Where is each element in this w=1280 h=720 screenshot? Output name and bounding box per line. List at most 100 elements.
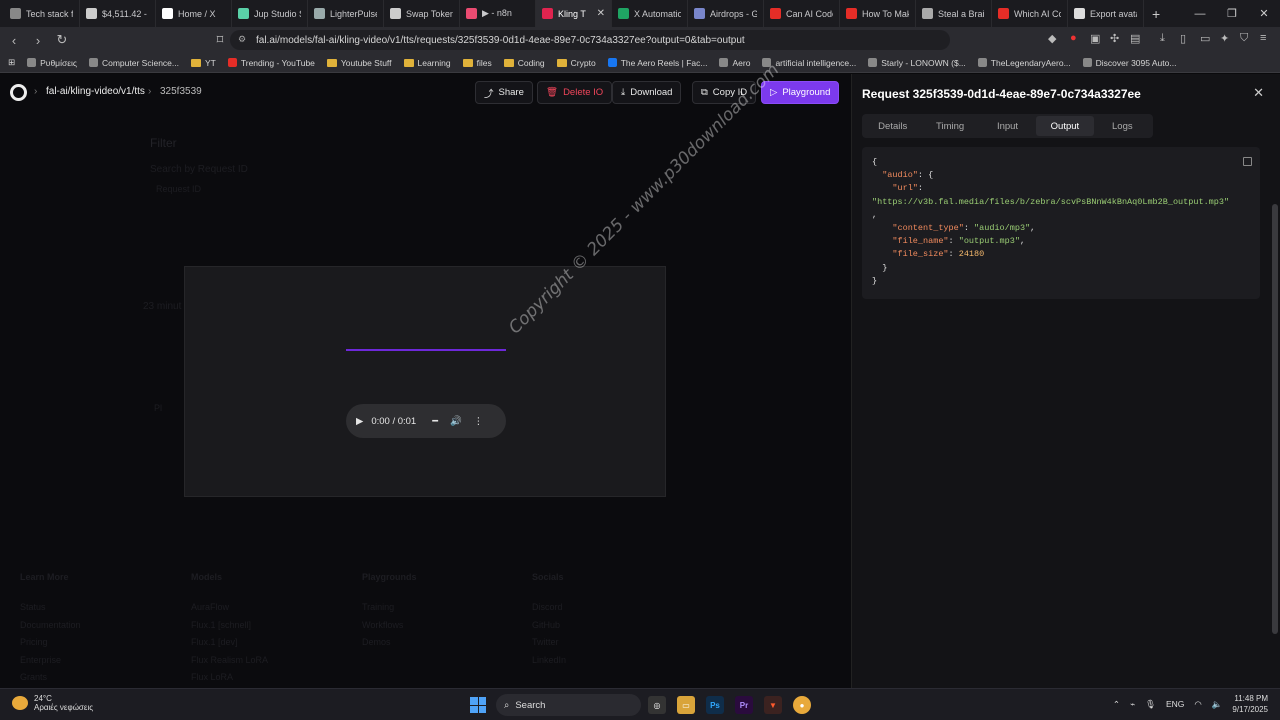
browser-tab[interactable]: LighterPulse	[308, 0, 384, 27]
bookmark-item[interactable]: artificial intelligence...	[762, 58, 856, 68]
browser-tab[interactable]: Jup Studio S	[232, 0, 308, 27]
ai-icon[interactable]: ✦	[1220, 32, 1229, 45]
weather-widget[interactable]: 24°C Αραιές νεφώσεις	[12, 694, 93, 712]
volume-icon[interactable]: 🔊	[450, 416, 462, 427]
bookmark-item[interactable]: Ρυθμίσεις	[27, 58, 77, 68]
play-icon[interactable]: ▶	[356, 416, 363, 427]
footer-link[interactable]: Flux.1 [schnell]	[191, 620, 251, 630]
browser-tab[interactable]: Steal a Brair	[916, 0, 992, 27]
footer-link[interactable]: LinkedIn	[532, 655, 566, 665]
footer-link[interactable]: Discord	[532, 602, 563, 612]
bookmark-item[interactable]: The Aero Reels | Fac...	[607, 58, 707, 68]
back-icon[interactable]: ‹	[4, 30, 24, 50]
fal-logo-icon[interactable]	[10, 84, 27, 101]
tab-details[interactable]: Details	[864, 116, 921, 136]
tab-input[interactable]: Input	[979, 116, 1036, 136]
bookmark-icon[interactable]: ⌑	[210, 30, 230, 50]
footer-link[interactable]: Demos	[362, 637, 391, 647]
mic-icon[interactable]: 🎙	[1145, 699, 1156, 710]
bookmark-item[interactable]: Discover 3095 Auto...	[1082, 58, 1176, 68]
bookmark-item[interactable]: Starly - LONOWN ($...	[868, 58, 966, 68]
tab-output[interactable]: Output	[1036, 116, 1094, 136]
tab-timing[interactable]: Timing	[921, 116, 978, 136]
browser-tab[interactable]: $4,511.42 -	[80, 0, 156, 27]
footer-link[interactable]: Training	[362, 602, 394, 612]
browser-tab[interactable]: Home / X	[156, 0, 232, 27]
download-icon[interactable]: ⤓	[1160, 32, 1165, 45]
close-icon[interactable]: ✕	[1253, 85, 1264, 101]
progress-bar[interactable]: ━	[432, 416, 438, 427]
footer-link[interactable]: Flux LoRA	[191, 672, 233, 682]
new-tab-icon[interactable]: +	[1152, 6, 1160, 22]
bookmark-item[interactable]: Trending - YouTube	[227, 58, 315, 68]
app-icon[interactable]: ◎	[648, 696, 666, 714]
bookmark-item[interactable]: Coding	[503, 58, 545, 68]
browser-tab[interactable]: Airdrops - G	[688, 0, 764, 27]
network-icon[interactable]: ⌁	[1130, 699, 1135, 710]
breadcrumb-model[interactable]: fal-ai/kling-video/v1/tts	[46, 86, 145, 97]
tab-logs[interactable]: Logs	[1094, 116, 1151, 136]
clock[interactable]: 11:48 PM 9/17/2025	[1232, 693, 1268, 715]
browser-tab[interactable]: Kling T ✕	[536, 0, 612, 27]
close-window-icon[interactable]: ✕	[1248, 0, 1280, 27]
footer-link[interactable]: Enterprise	[20, 655, 61, 665]
file-explorer-icon[interactable]: ▭	[677, 696, 695, 714]
download-button[interactable]: ⤓ Download	[612, 81, 682, 104]
bookmark-item[interactable]: TheLegendaryAero...	[977, 58, 1071, 68]
extension-icon[interactable]: ◆	[1048, 32, 1056, 45]
footer-link[interactable]: Twitter	[532, 637, 559, 647]
maximize-icon[interactable]: ❐	[1216, 0, 1248, 27]
bookmark-item[interactable]: Computer Science...	[88, 58, 179, 68]
bookmark-item[interactable]: Aero	[719, 58, 750, 68]
premiere-icon[interactable]: Pr	[735, 696, 753, 714]
windows-start-icon[interactable]	[470, 697, 486, 713]
browser-tab[interactable]: Can AI Code	[764, 0, 840, 27]
copy-icon[interactable]	[1243, 157, 1252, 166]
browser-tab[interactable]: X Automatio	[612, 0, 688, 27]
audio-player[interactable]: ▶ 0:00 / 0:01 ━ 🔊 ⋮	[346, 404, 506, 438]
extension-icon[interactable]: ●	[1070, 32, 1077, 44]
footer-link[interactable]: Workflows	[362, 620, 403, 630]
forward-icon[interactable]: ›	[28, 30, 48, 50]
footer-link[interactable]: Grants	[20, 672, 47, 682]
brave-icon[interactable]: ▼	[764, 696, 782, 714]
more-options-icon[interactable]: ⋮	[474, 416, 484, 427]
shield-icon[interactable]: ⛉	[1240, 32, 1248, 45]
vertical-scrollbar[interactable]	[1272, 204, 1278, 634]
apps-icon[interactable]: ⊞	[8, 57, 15, 68]
site-info-icon[interactable]: ⚙	[238, 34, 246, 45]
footer-link[interactable]: Pricing	[20, 637, 48, 647]
browser-tab[interactable]: Which AI Co	[992, 0, 1068, 27]
browser-tab[interactable]: Swap Token	[384, 0, 460, 27]
browser-tab[interactable]: ▶ - n8n	[460, 0, 536, 27]
extension-icon[interactable]: ▣	[1090, 32, 1100, 45]
minimize-icon[interactable]: —	[1184, 0, 1216, 27]
footer-link[interactable]: Status	[20, 602, 46, 612]
bookmark-item[interactable]: Crypto	[556, 58, 596, 68]
reload-icon[interactable]: ↻	[52, 30, 72, 50]
browser-tab[interactable]: Export avata	[1068, 0, 1144, 27]
extension-icon[interactable]: ▤	[1130, 32, 1140, 45]
bookmark-item[interactable]: YT	[191, 58, 216, 68]
delete-button[interactable]: 🗑 Delete IO	[537, 81, 613, 104]
puzzle-icon[interactable]: ✣	[1110, 32, 1119, 45]
breadcrumb-request[interactable]: 325f3539	[160, 86, 202, 97]
browser-tab[interactable]: Tech stack fo	[4, 0, 80, 27]
menu-icon[interactable]: ≡	[1260, 32, 1266, 44]
footer-link[interactable]: AuraFlow	[191, 602, 229, 612]
bookmark-item[interactable]: Youtube Stuff	[326, 58, 392, 68]
bookmark-item[interactable]: files	[462, 58, 492, 68]
close-tab-icon[interactable]: ✕	[597, 8, 605, 19]
wallet-icon[interactable]: ▭	[1200, 32, 1210, 45]
browser-tab[interactable]: How To Mak	[840, 0, 916, 27]
sidebar-icon[interactable]: ▯	[1180, 32, 1186, 45]
chat-app-icon[interactable]: ●	[793, 696, 811, 714]
footer-link[interactable]: Flux.1 [dev]	[191, 637, 238, 647]
footer-link[interactable]: Documentation	[20, 620, 81, 630]
taskbar-search[interactable]: ⌕ Search	[496, 694, 641, 716]
chevron-up-icon[interactable]: ⌃	[1113, 699, 1120, 710]
volume-icon[interactable]: 🔈	[1212, 699, 1223, 710]
footer-link[interactable]: GitHub	[532, 620, 560, 630]
url-bar[interactable]: ⚙ fal.ai/models/fal-ai/kling-video/v1/tt…	[230, 30, 950, 50]
bookmark-item[interactable]: Learning	[403, 58, 451, 68]
